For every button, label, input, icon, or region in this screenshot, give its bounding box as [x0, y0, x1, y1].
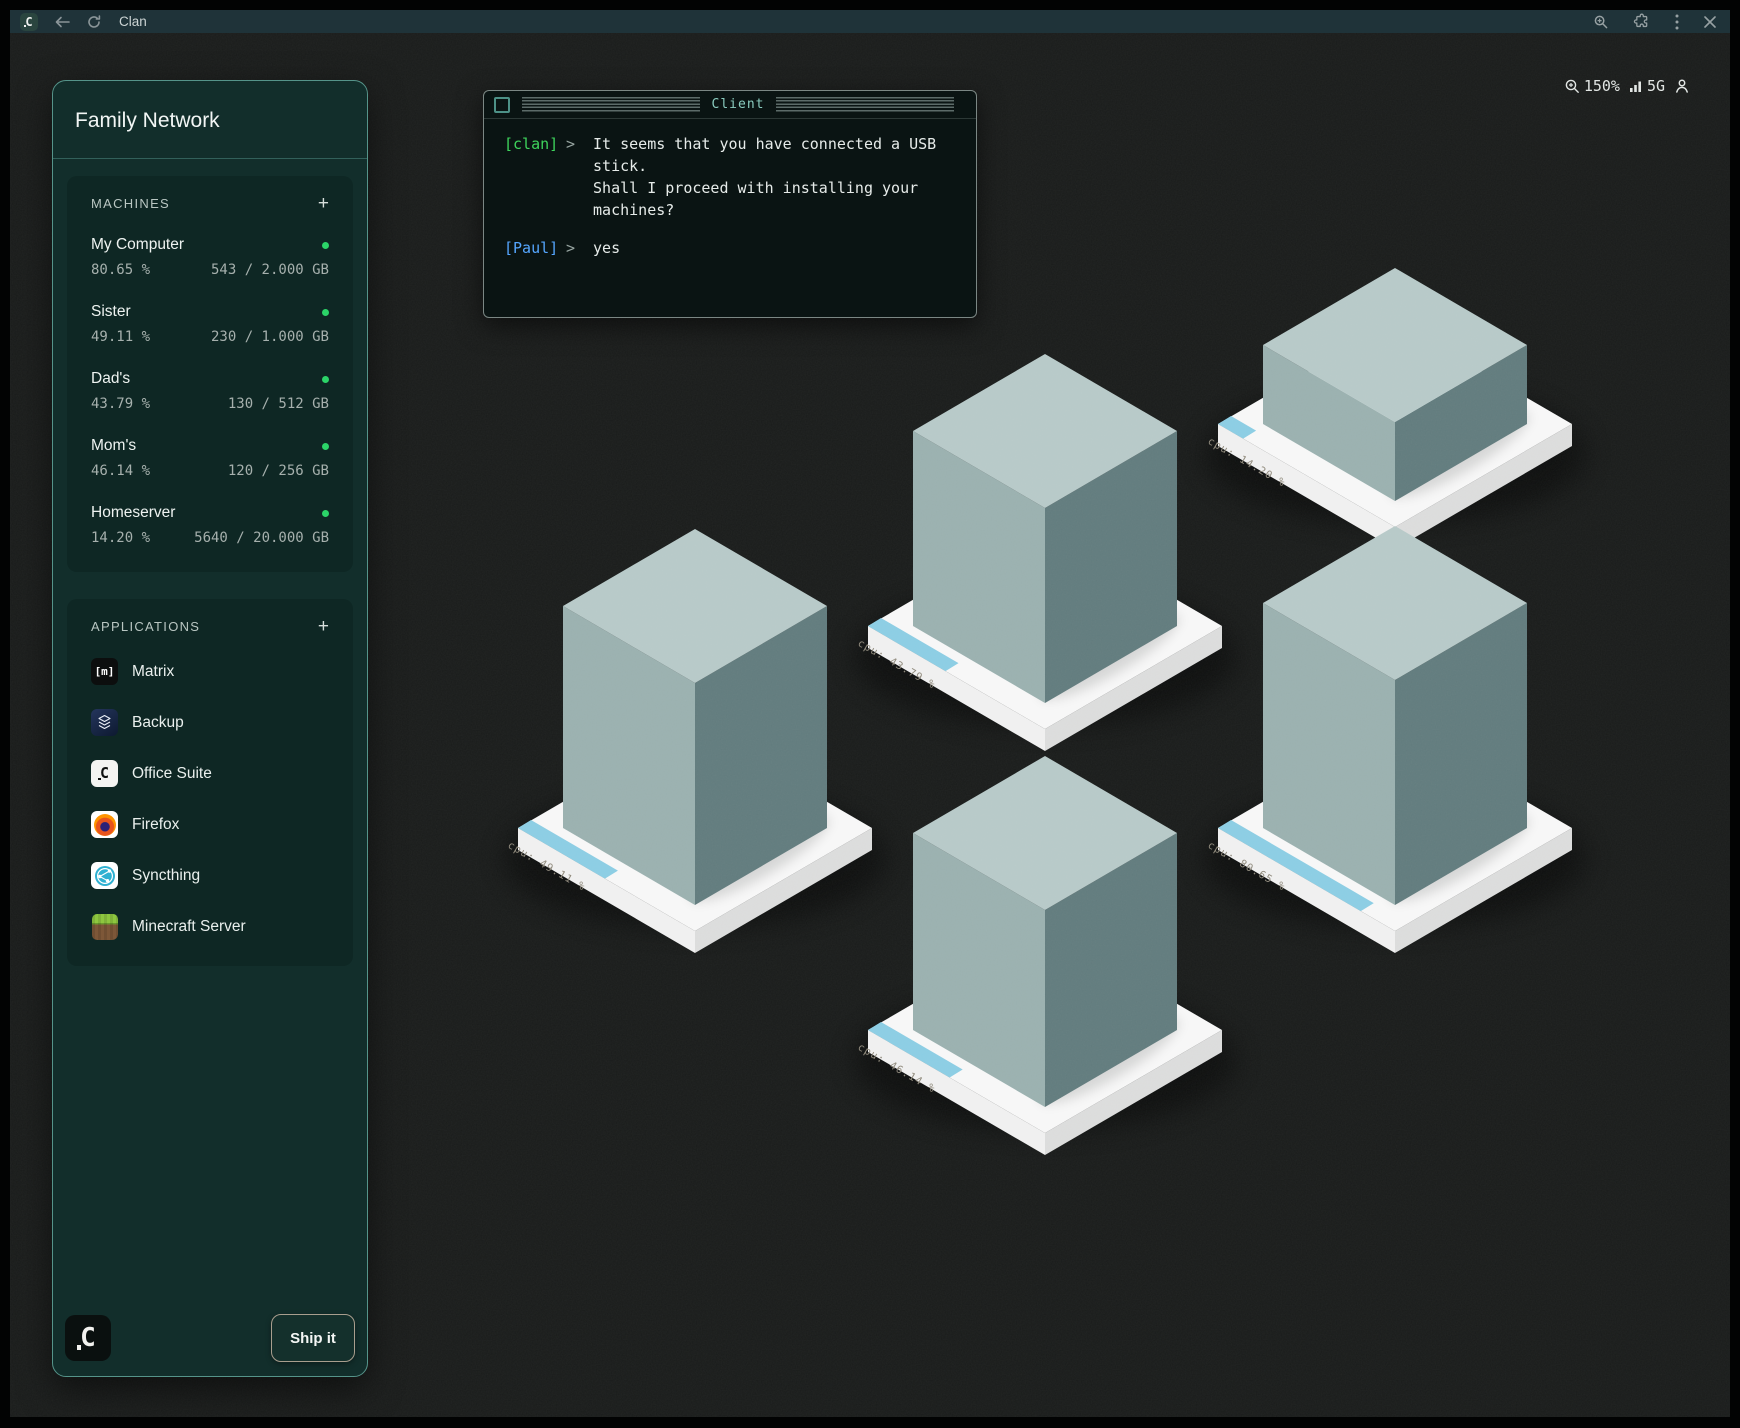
machine-storage: 5640 / 20.000 GB	[194, 530, 329, 546]
machines-card: MACHINES + My Computer 80.65 % 543 / 2.000…	[67, 176, 353, 572]
machine-name: Sister	[91, 303, 131, 321]
terminal-message: [clan]>It seems that you have connected …	[504, 133, 962, 221]
office-suite-icon: C	[91, 760, 118, 787]
network-canvas: cpu: 14.20 %cpu: 43.79 %cpu: 49.11 %cpu:…	[10, 33, 1730, 1417]
machine-item[interactable]: Homeserver 14.20 % 5640 / 20.000 GB	[91, 504, 329, 546]
machine-cube-sister[interactable]: cpu: 49.11 %	[504, 529, 886, 953]
clan-logo-icon: C	[20, 13, 38, 31]
machine-cube-my-computer[interactable]: cpu: 80.65 %	[1204, 526, 1586, 953]
machine-cube-mom-s[interactable]: cpu: 46.14 %	[854, 756, 1236, 1155]
zoom-page-icon[interactable]	[1594, 15, 1608, 29]
machine-storage: 120 / 256 GB	[228, 463, 329, 479]
machine-cpu: 43.79 %	[91, 396, 150, 412]
browser-titlebar: C Clan	[10, 10, 1730, 33]
syncthing-icon	[91, 862, 118, 889]
account-button[interactable]	[1674, 78, 1690, 94]
signal-bars-icon	[1629, 79, 1643, 93]
machine-cpu: 46.14 %	[91, 463, 150, 479]
client-terminal-window[interactable]: Client [clan]>It seems that you have con…	[483, 90, 977, 318]
extensions-icon[interactable]	[1633, 13, 1650, 30]
machine-item[interactable]: Sister 49.11 % 230 / 1.000 GB	[91, 303, 329, 345]
machine-item[interactable]: My Computer 80.65 % 543 / 2.000 GB	[91, 236, 329, 278]
application-name: Firefox	[132, 816, 179, 834]
status-bar: 150% 5G	[1565, 77, 1690, 95]
application-name: Office Suite	[132, 765, 212, 783]
terminal-close-box-icon[interactable]	[494, 97, 510, 113]
back-icon[interactable]	[55, 16, 70, 28]
online-status-dot	[322, 376, 329, 383]
minecraft-icon	[91, 913, 118, 940]
online-status-dot	[322, 443, 329, 450]
titlebar-stripes	[522, 97, 700, 113]
matrix-icon: [m]	[91, 658, 118, 685]
application-name: Backup	[132, 714, 184, 732]
applications-heading: APPLICATIONS	[91, 619, 200, 634]
terminal-message: [Paul] > yes	[504, 237, 962, 259]
application-item[interactable]: Backup	[91, 709, 329, 736]
titlebar-stripes	[776, 97, 954, 113]
application-name: Minecraft Server	[132, 918, 246, 936]
terminal-output: [clan]>It seems that you have connected …	[484, 119, 976, 259]
add-machine-button[interactable]: +	[318, 197, 329, 211]
online-status-dot	[322, 309, 329, 316]
clan-logo-icon: C	[65, 1315, 111, 1361]
message-text: It seems that you have connected a USBst…	[593, 133, 936, 221]
zoom-level: 150%	[1584, 77, 1620, 95]
close-icon[interactable]	[1704, 16, 1716, 28]
application-name: Syncthing	[132, 867, 200, 885]
machine-cpu: 80.65 %	[91, 262, 150, 278]
ship-it-button[interactable]: Ship it	[271, 1314, 355, 1362]
machine-cpu: 14.20 %	[91, 530, 150, 546]
machine-name: Mom's	[91, 437, 136, 455]
machine-storage: 543 / 2.000 GB	[211, 262, 329, 278]
application-item[interactable]: [m] Matrix	[91, 658, 329, 685]
application-item[interactable]: Syncthing	[91, 862, 329, 889]
application-item[interactable]: Firefox	[91, 811, 329, 838]
machines-heading: MACHINES	[91, 196, 170, 211]
family-network-sidebar: Family Network MACHINES + My Computer 80.…	[52, 80, 368, 1377]
application-item[interactable]: C Office Suite	[91, 760, 329, 787]
backup-icon	[91, 709, 118, 736]
zoom-icon	[1565, 79, 1580, 94]
machine-item[interactable]: Mom's 46.14 % 120 / 256 GB	[91, 437, 329, 479]
message-speaker: [clan]	[504, 133, 558, 221]
application-name: Matrix	[132, 663, 174, 681]
applications-card: APPLICATIONS + [m] Matrix Backup C Office Su…	[67, 599, 353, 966]
message-speaker: [Paul]	[504, 237, 558, 259]
machine-cube-dad-s[interactable]: cpu: 43.79 %	[854, 354, 1236, 751]
machine-storage: 230 / 1.000 GB	[211, 329, 329, 345]
terminal-titlebar: Client	[484, 91, 976, 119]
zoom-level-control[interactable]: 150%	[1565, 77, 1620, 95]
message-text: yes	[593, 237, 620, 259]
page-title: Clan	[119, 14, 147, 29]
online-status-dot	[322, 242, 329, 249]
machine-name: My Computer	[91, 236, 184, 254]
application-item[interactable]: Minecraft Server	[91, 913, 329, 940]
machine-cube-homeserver[interactable]: cpu: 14.20 %	[1204, 268, 1586, 549]
network-label: 5G	[1647, 77, 1665, 95]
machine-cpu: 49.11 %	[91, 329, 150, 345]
reload-icon[interactable]	[87, 15, 101, 29]
person-icon	[1674, 78, 1690, 94]
add-application-button[interactable]: +	[318, 620, 329, 634]
terminal-title: Client	[712, 97, 765, 112]
machine-storage: 130 / 512 GB	[228, 396, 329, 412]
sidebar-title: Family Network	[75, 109, 345, 133]
sidebar-footer: C Ship it	[65, 1314, 355, 1362]
machine-name: Homeserver	[91, 504, 175, 522]
machine-item[interactable]: Dad's 43.79 % 130 / 512 GB	[91, 370, 329, 412]
online-status-dot	[322, 510, 329, 517]
prompt-chevron: >	[566, 237, 575, 259]
prompt-chevron: >	[566, 133, 575, 221]
firefox-icon	[91, 811, 118, 838]
machine-name: Dad's	[91, 370, 130, 388]
menu-kebab-icon[interactable]	[1675, 14, 1679, 30]
network-status: 5G	[1629, 77, 1665, 95]
